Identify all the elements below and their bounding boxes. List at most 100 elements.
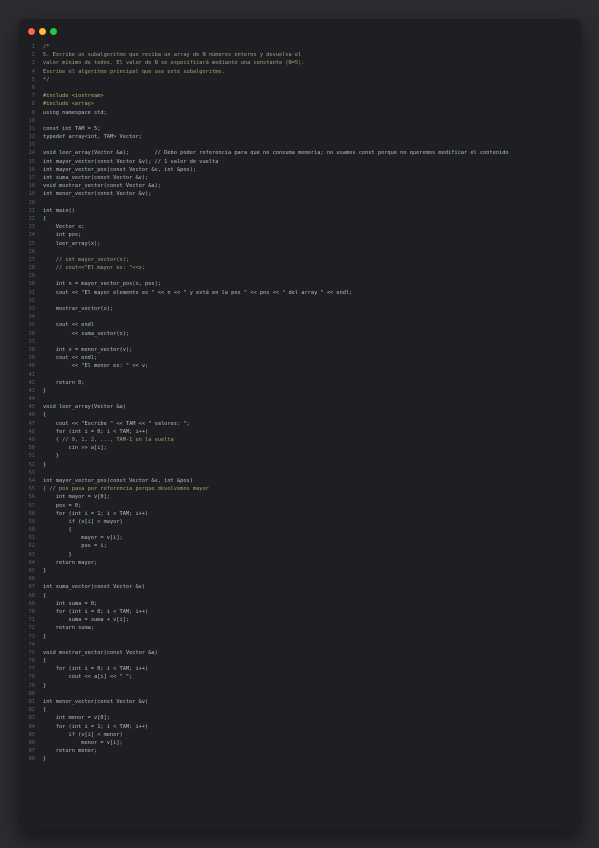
code-line: 45 void leer_array(Vector &a) [19,403,581,411]
line-number: 47 [28,420,35,427]
line-number: 85 [28,731,35,738]
line-number: 82 [28,707,35,714]
code-line-text: cout << endl; [43,355,98,362]
code-line: 58 for (int i = 1; i < TAM; i++) [19,510,581,518]
code-line: 49 { // 0, 1, 2, ..., TAM-1 en la vuelta [19,436,581,444]
code-line: 25 leer_array(x); [19,240,581,248]
line-number: 17 [28,175,35,181]
line-number: 20 [28,199,35,206]
code-line-text: const int TAM = 5; [43,125,101,132]
code-line-text: for (int i = 0; i < TAM; i++) [43,428,149,435]
code-line: 68 { [19,592,581,600]
code-line: 60 { [19,526,581,534]
code-line-text: for (int i = 0; i < TAM; i++) [43,666,149,673]
code-line: 1 /* [19,43,581,51]
code-line: 70 for (int i = 0; i < TAM; i++) [19,608,581,616]
line-number: 41 [28,371,35,378]
code-line: 57 pos = 0; [19,502,581,510]
line-number: 29 [28,273,35,280]
code-line: 3 valor mínimo de todos. El valor de N se… [19,59,581,67]
code-line: 38 int v = menor_vector(v); [19,346,581,354]
code-line: 39 cout << endl; [19,354,581,362]
line-number: 62 [28,543,35,550]
code-line-text: } [43,453,59,460]
code-line: 77 for (int i = 0; i < TAM; i++) [19,665,581,673]
code-line-text: */ [43,76,50,83]
code-line: 27 // int mayor_vector(x); [19,256,581,264]
minimize-window-icon[interactable] [39,28,46,35]
line-number: 49 [28,437,35,443]
code-line: 24 int pos; [19,231,581,239]
code-line: 13 [19,141,581,149]
code-line: 80 [19,690,581,698]
code-line-text: return menor; [43,748,98,755]
line-number: 75 [28,649,35,656]
code-line: 73} [19,633,581,641]
code-line: 48 for (int i = 0; i < TAM; i++) [19,428,581,436]
line-number: 4 [31,68,35,75]
code-line-text: int main() [43,207,75,214]
code-line-text: int menor = v[0]; [43,715,110,722]
code-line-text: { [43,527,72,534]
line-number: 73 [28,633,35,640]
line-number: 40 [28,363,35,370]
code-line: 21 int main() [19,207,581,215]
code-line-text: int mayor_vector(const Vector &v); // 1 … [43,158,219,165]
line-number: 66 [28,576,35,583]
code-line-text: cout << "El mayor elemento es " << n << … [43,289,353,296]
line-number: 54 [28,477,35,484]
code-line-text: 5. Escribe un subalgoritmo que reciba un… [43,52,302,59]
code-line-text: { [43,707,47,714]
code-line-text: Escribe el algoritmo principal que use e… [43,68,225,75]
close-window-icon[interactable] [28,28,35,35]
line-number: 51 [28,453,35,460]
code-line-text: void mostrar_vector(const Vector &a) [43,649,158,656]
line-number: 42 [28,379,35,386]
line-number: 45 [28,404,35,411]
line-number: 3 [31,60,35,67]
line-number: 11 [28,125,35,132]
code-line: 84 for (int i = 1; i < TAM; i++) [19,723,581,731]
line-number: 6 [31,84,35,91]
line-number: 72 [28,625,35,632]
code-line-text: } [43,551,72,558]
line-number: 24 [28,232,35,239]
code-line: 76 { [19,657,581,665]
line-number: 69 [28,600,35,607]
code-line: 87 return menor; [19,747,581,755]
maximize-window-icon[interactable] [50,28,57,35]
code-line: 72 return suma; [19,624,581,632]
line-number: 59 [28,518,35,525]
line-number: 58 [28,510,35,517]
code-line: 7 #include <iostream> [19,92,581,100]
code-line-text: for (int i = 1; i < TAM; i++) [43,723,149,730]
code-line-text: pos = i; [43,543,107,550]
line-number: 23 [28,224,35,231]
code-line: 5 */ [19,76,581,84]
code-line: 71 suma = suma + v[i]; [19,616,581,624]
code-line-text: return mayor; [43,559,98,566]
code-line-text: cin >> a[i]; [43,445,107,452]
line-number: 50 [28,445,35,452]
code-line-text: { [43,658,47,665]
code-line: 44 [19,395,581,403]
code-line: 85 if (v[i] < menor) [19,731,581,739]
line-number: 80 [28,690,35,697]
line-number: 77 [28,666,35,673]
code-window: 1 /* 2 5. Escribe un subalgoritmo que recib… [19,19,581,831]
code-line: 16 int mayor_vector_pos(const Vector &v, … [19,166,581,174]
line-number: 35 [28,322,35,329]
code-editor[interactable]: 1 /* 2 5. Escribe un subalgoritmo que recib… [19,41,581,831]
code-line: 66 [19,575,581,583]
line-number: 2 [31,52,35,59]
line-number: 39 [28,355,35,362]
code-line-text: return 0; [43,379,85,386]
code-line: 46 { [19,411,581,419]
code-line-text: int suma = 0; [43,600,98,607]
code-line: 47 cout << "Escribe " << TAM << " valore… [19,420,581,428]
code-line: 33 mostrar_vector(x); [19,305,581,313]
code-line-text: using namespace std; [43,109,107,116]
line-number: 21 [28,207,35,214]
